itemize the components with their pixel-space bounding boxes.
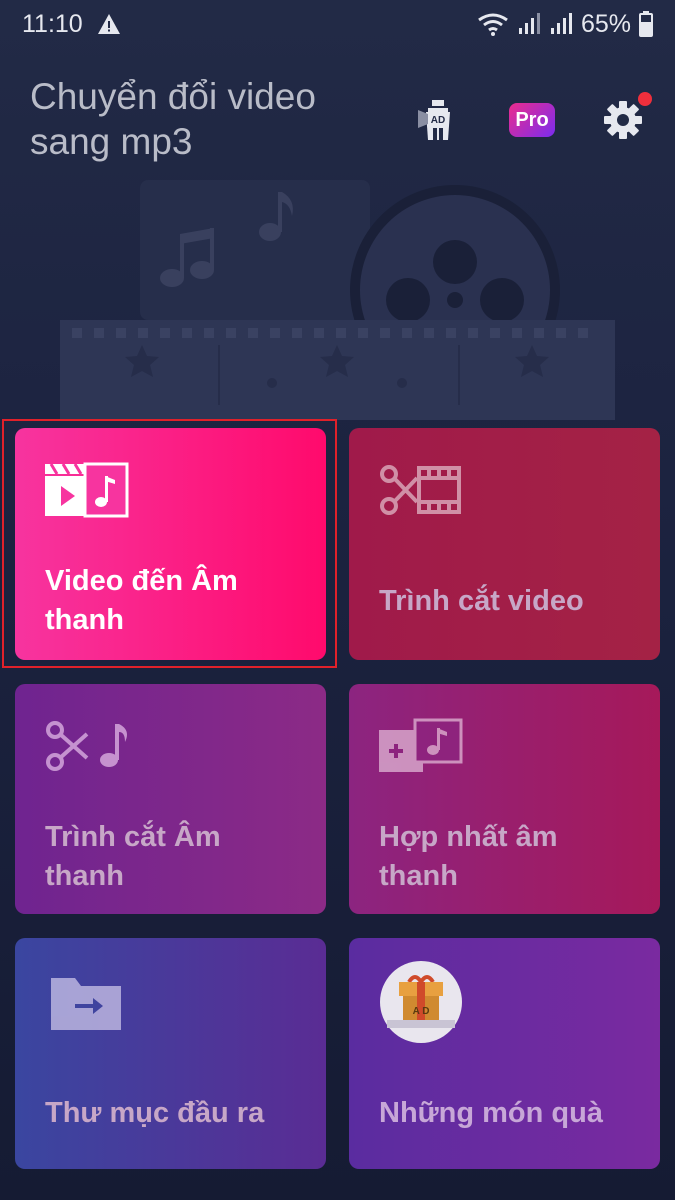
audio-merge-icon [379,718,463,772]
battery-percent: 65% [580,9,631,38]
remove-ads-icon[interactable]: AD [418,98,458,142]
audio-cutter-card[interactable]: Trình cắt Âm thanh [15,684,326,914]
video-cutter-card[interactable]: Trình cắt video [349,428,660,660]
page-title: Chuyển đổi video sang mp3 [30,76,316,162]
video-to-audio-label: Video đến Âm thanh [45,565,238,636]
signal-icon [518,13,540,34]
audio-cutter-icon [46,721,127,771]
video-to-audio-icon [45,462,129,518]
status-bar: 11:10 65% [0,0,675,48]
pro-button[interactable]: Pro [509,103,555,137]
signal-icon-2 [550,13,572,34]
battery-icon [639,11,653,37]
warning-icon [97,14,120,34]
video-cutter-icon [380,465,461,515]
audio-merge-card[interactable]: Hợp nhất âm thanh [349,684,660,914]
wifi-icon [478,13,508,36]
video-to-audio-card[interactable]: Video đến Âm thanh [15,428,326,660]
status-time: 11:10 [22,9,83,38]
ad-badge-text: AD [431,115,445,126]
video-cutter-label: Trình cắt video [379,585,584,617]
output-folder-label: Thư mục đầu ra [45,1097,265,1129]
output-folder-card[interactable]: Thư mục đầu ra [15,938,326,1169]
banner-illustration [60,180,615,420]
gear-icon[interactable] [603,100,643,140]
gift-badge-text: A D [413,1006,430,1017]
audio-cutter-label: Trình cắt Âm thanh [45,821,221,892]
gifts-card[interactable]: A D Những món quà [349,938,660,1169]
output-folder-icon [51,978,121,1030]
audio-merge-label: Hợp nhất âm thanh [379,821,558,892]
gifts-label: Những món quà [379,1097,603,1129]
notification-dot [638,92,652,106]
gift-icon: A D [380,961,462,1043]
